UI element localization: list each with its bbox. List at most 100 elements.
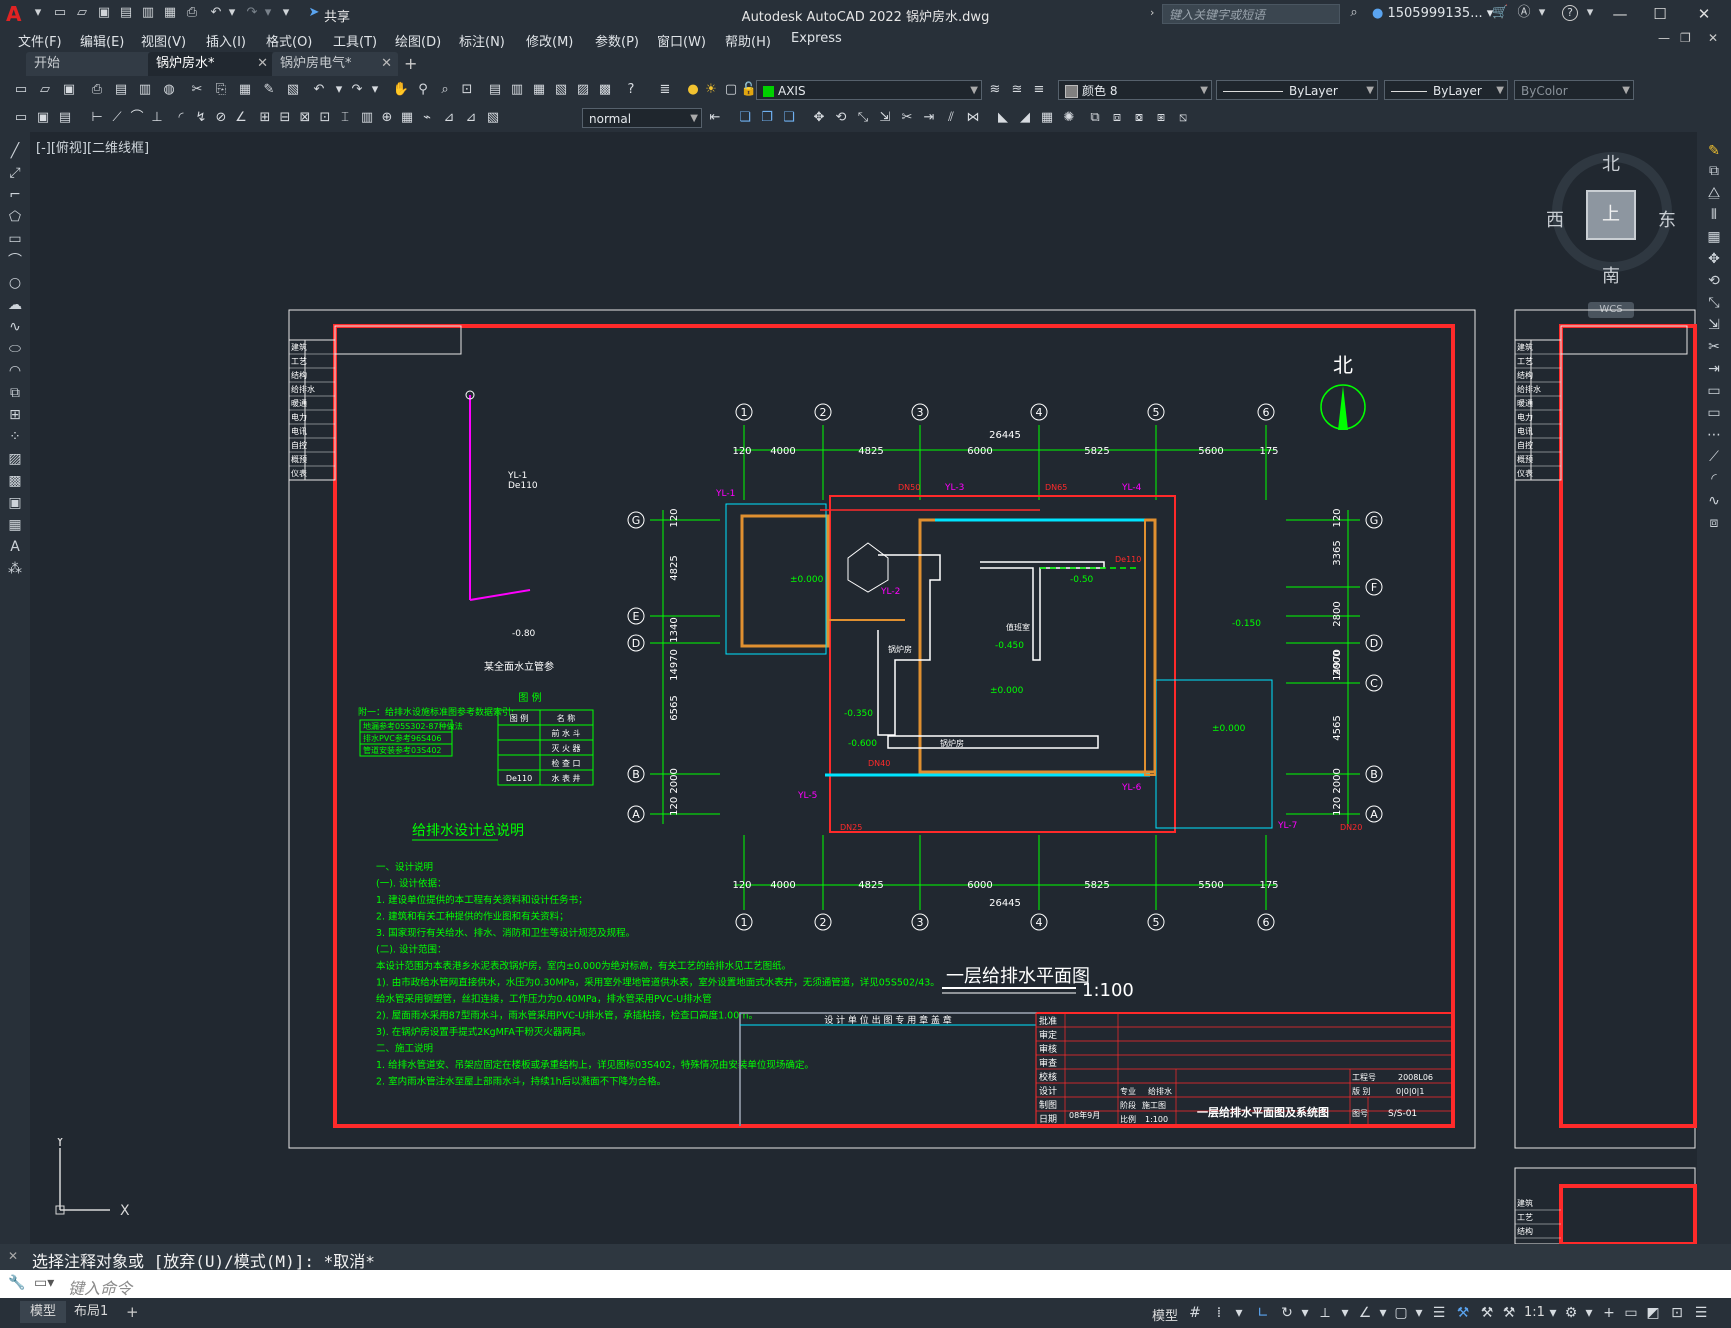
side-label: 电力	[1517, 412, 1533, 422]
side-label: 概预	[1517, 454, 1533, 464]
tb-scale-label: 比例	[1120, 1114, 1136, 1124]
room-label: 锅炉房	[940, 738, 964, 748]
tb-sheet-label: 图号	[1352, 1109, 1368, 1118]
command-input[interactable]: 键入命令	[68, 1275, 132, 1299]
notes-line: (二). 设计范围：	[376, 944, 446, 956]
side-label: 暖通	[1517, 398, 1533, 408]
second-top-box	[1560, 325, 1688, 355]
command-close-icon[interactable]: ✕	[8, 1249, 18, 1263]
auto-scale-icon[interactable]: ⚒	[1500, 1304, 1518, 1322]
add-layout-icon[interactable]: +	[126, 1303, 139, 1321]
riser-detail-elev: -0.80	[512, 629, 536, 639]
annotation-visibility-icon[interactable]: ⚒	[1478, 1304, 1496, 1322]
isolate-objects-icon[interactable]: ◩	[1644, 1304, 1662, 1322]
command-history-text: 选择注释对象或 [放弃(U)/模式(M)]: *取消*	[32, 1252, 375, 1271]
north-arrow-label: 北	[1333, 353, 1353, 377]
command-input-bar[interactable]: 🔧 ▭▾ 键入命令	[0, 1270, 1731, 1298]
second-sheet-frame	[1514, 309, 1696, 1149]
pipe-size-label: DN50	[898, 483, 920, 492]
dim-bottom: 175	[1259, 880, 1278, 891]
side-label: 建筑	[1517, 1198, 1533, 1208]
snap-dropdown-icon[interactable]: ▾	[1230, 1304, 1248, 1322]
osnap-tracking-icon[interactable]: ▾	[1336, 1304, 1354, 1322]
clean-screen-icon[interactable]: ⊡	[1668, 1304, 1686, 1322]
osnap-icon[interactable]: ∠	[1356, 1304, 1374, 1322]
axis-bubble-left: E	[633, 610, 640, 623]
axis-grid	[650, 425, 1360, 910]
building-walls	[725, 495, 1273, 833]
tb-project-no: 2008L06	[1398, 1073, 1433, 1082]
std-row: 管道安装参考03S402	[363, 745, 442, 755]
side-label: 电讯	[291, 426, 307, 436]
layout-tab-1[interactable]: 布局1	[64, 1301, 118, 1323]
command-history: ✕ 选择注释对象或 [放弃(U)/模式(M)]: *取消*	[0, 1244, 1731, 1271]
dim-total-top: 26445	[989, 430, 1021, 441]
polar-icon[interactable]: ↻	[1278, 1304, 1296, 1322]
axis-bubble-top: 5	[1153, 406, 1160, 419]
riser-label: YL-3	[944, 483, 964, 493]
dim-left: 6565	[669, 695, 680, 720]
axis-bubble-bottom: 3	[917, 916, 924, 929]
top-left-box	[334, 325, 462, 355]
dim-bottom: 5500	[1198, 880, 1223, 891]
lineweight-icon[interactable]: ▢	[1392, 1304, 1410, 1322]
isodraft-icon[interactable]: ⟂	[1316, 1304, 1334, 1322]
elevation-label: -0.350	[844, 709, 873, 719]
axis-bubble-bottom: 4	[1036, 916, 1043, 929]
selection-cycling-icon[interactable]: ⚒	[1454, 1304, 1472, 1322]
layout-tab-model[interactable]: 模型	[20, 1301, 67, 1323]
workspace-gear-icon[interactable]: ⚙	[1562, 1304, 1580, 1322]
axis-bubble-top: 3	[917, 406, 924, 419]
workspace-dropdown-icon[interactable]: ▾	[1580, 1304, 1598, 1322]
dim-top: 175	[1259, 446, 1278, 457]
title-block: 设 计 单 位 出 图 专 用 章 盖 章 批准审定审核审查校核设计制图日期 08年…	[739, 1012, 1454, 1127]
std-row: 地漏参考05S302-87种做法	[363, 721, 463, 731]
grid-icon[interactable]: #	[1186, 1304, 1204, 1322]
annotation-scale-dropdown-icon[interactable]: ▾	[1544, 1304, 1562, 1322]
lineweight-dropdown-icon[interactable]: ▾	[1410, 1304, 1428, 1322]
annotation-monitor-icon[interactable]: +	[1600, 1304, 1618, 1322]
polar-dropdown-icon[interactable]: ▾	[1296, 1304, 1314, 1322]
axis-bubble-left: B	[632, 768, 640, 781]
tb-outer	[739, 1012, 1454, 1127]
side-label: 电讯	[1517, 426, 1533, 436]
dim-left: 120 2000	[669, 768, 680, 816]
customization-icon[interactable]: ☰	[1692, 1304, 1710, 1322]
notes-line: 一、设计说明	[376, 861, 433, 873]
side-label: 工艺	[1517, 1213, 1533, 1222]
dim-right: 120 2000	[1332, 768, 1343, 816]
model-space-label[interactable]: 模型	[1152, 1305, 1178, 1324]
annotation-scale[interactable]: 1:1	[1524, 1305, 1545, 1320]
units-icon[interactable]: ▭	[1622, 1304, 1640, 1322]
std-row: 排水PVC参考96S406	[363, 733, 441, 743]
elevation-label: ±0.000	[790, 575, 824, 585]
osnap-dropdown-icon[interactable]: ▾	[1374, 1304, 1392, 1322]
side-label: 给排水	[1517, 384, 1541, 394]
std-table: 地漏参考05S302-87种做法排水PVC参考96S406 管道安装参考03S40…	[359, 719, 463, 757]
riser-detail-caption: 某全面水立管参	[484, 660, 554, 673]
side-label: 工艺	[291, 357, 307, 366]
dim-top: 5825	[1084, 446, 1109, 457]
legend-name: 水 表 井	[551, 773, 580, 783]
notes-line: 2. 室内雨水管注水至屋上部雨水斗，持续1h后以溅面不下降为合格。	[376, 1076, 666, 1088]
legend-symbol: 图 例	[510, 713, 529, 723]
transparency-icon[interactable]: ☰	[1430, 1304, 1448, 1322]
boiler-octagon	[847, 542, 889, 593]
elevation-label: -0.150	[1232, 619, 1261, 629]
snap-icon[interactable]: ⁞	[1210, 1304, 1228, 1322]
riser-label: YL-4	[1121, 483, 1142, 493]
tb-stage: 施工图	[1142, 1100, 1166, 1110]
customize-icon[interactable]: 🔧	[8, 1275, 25, 1291]
dim-right: 120	[1332, 508, 1343, 527]
axis-bubble-right: B	[1370, 768, 1378, 781]
elevation-label: -0.450	[995, 641, 1024, 651]
ortho-icon[interactable]: ∟	[1254, 1304, 1272, 1322]
recent-commands-icon[interactable]: ▭▾	[34, 1275, 54, 1291]
side-label: 给排水	[291, 384, 315, 394]
legend-name: 名 称	[557, 713, 576, 723]
side-label: 电力	[291, 412, 307, 422]
legend-name: 检 查 口	[551, 758, 580, 768]
tb-drawing-title: 一层给排水平面图及系统图	[1197, 1105, 1329, 1119]
dim-left: 4825	[669, 555, 680, 580]
dim-total-bottom: 26445	[989, 898, 1021, 909]
